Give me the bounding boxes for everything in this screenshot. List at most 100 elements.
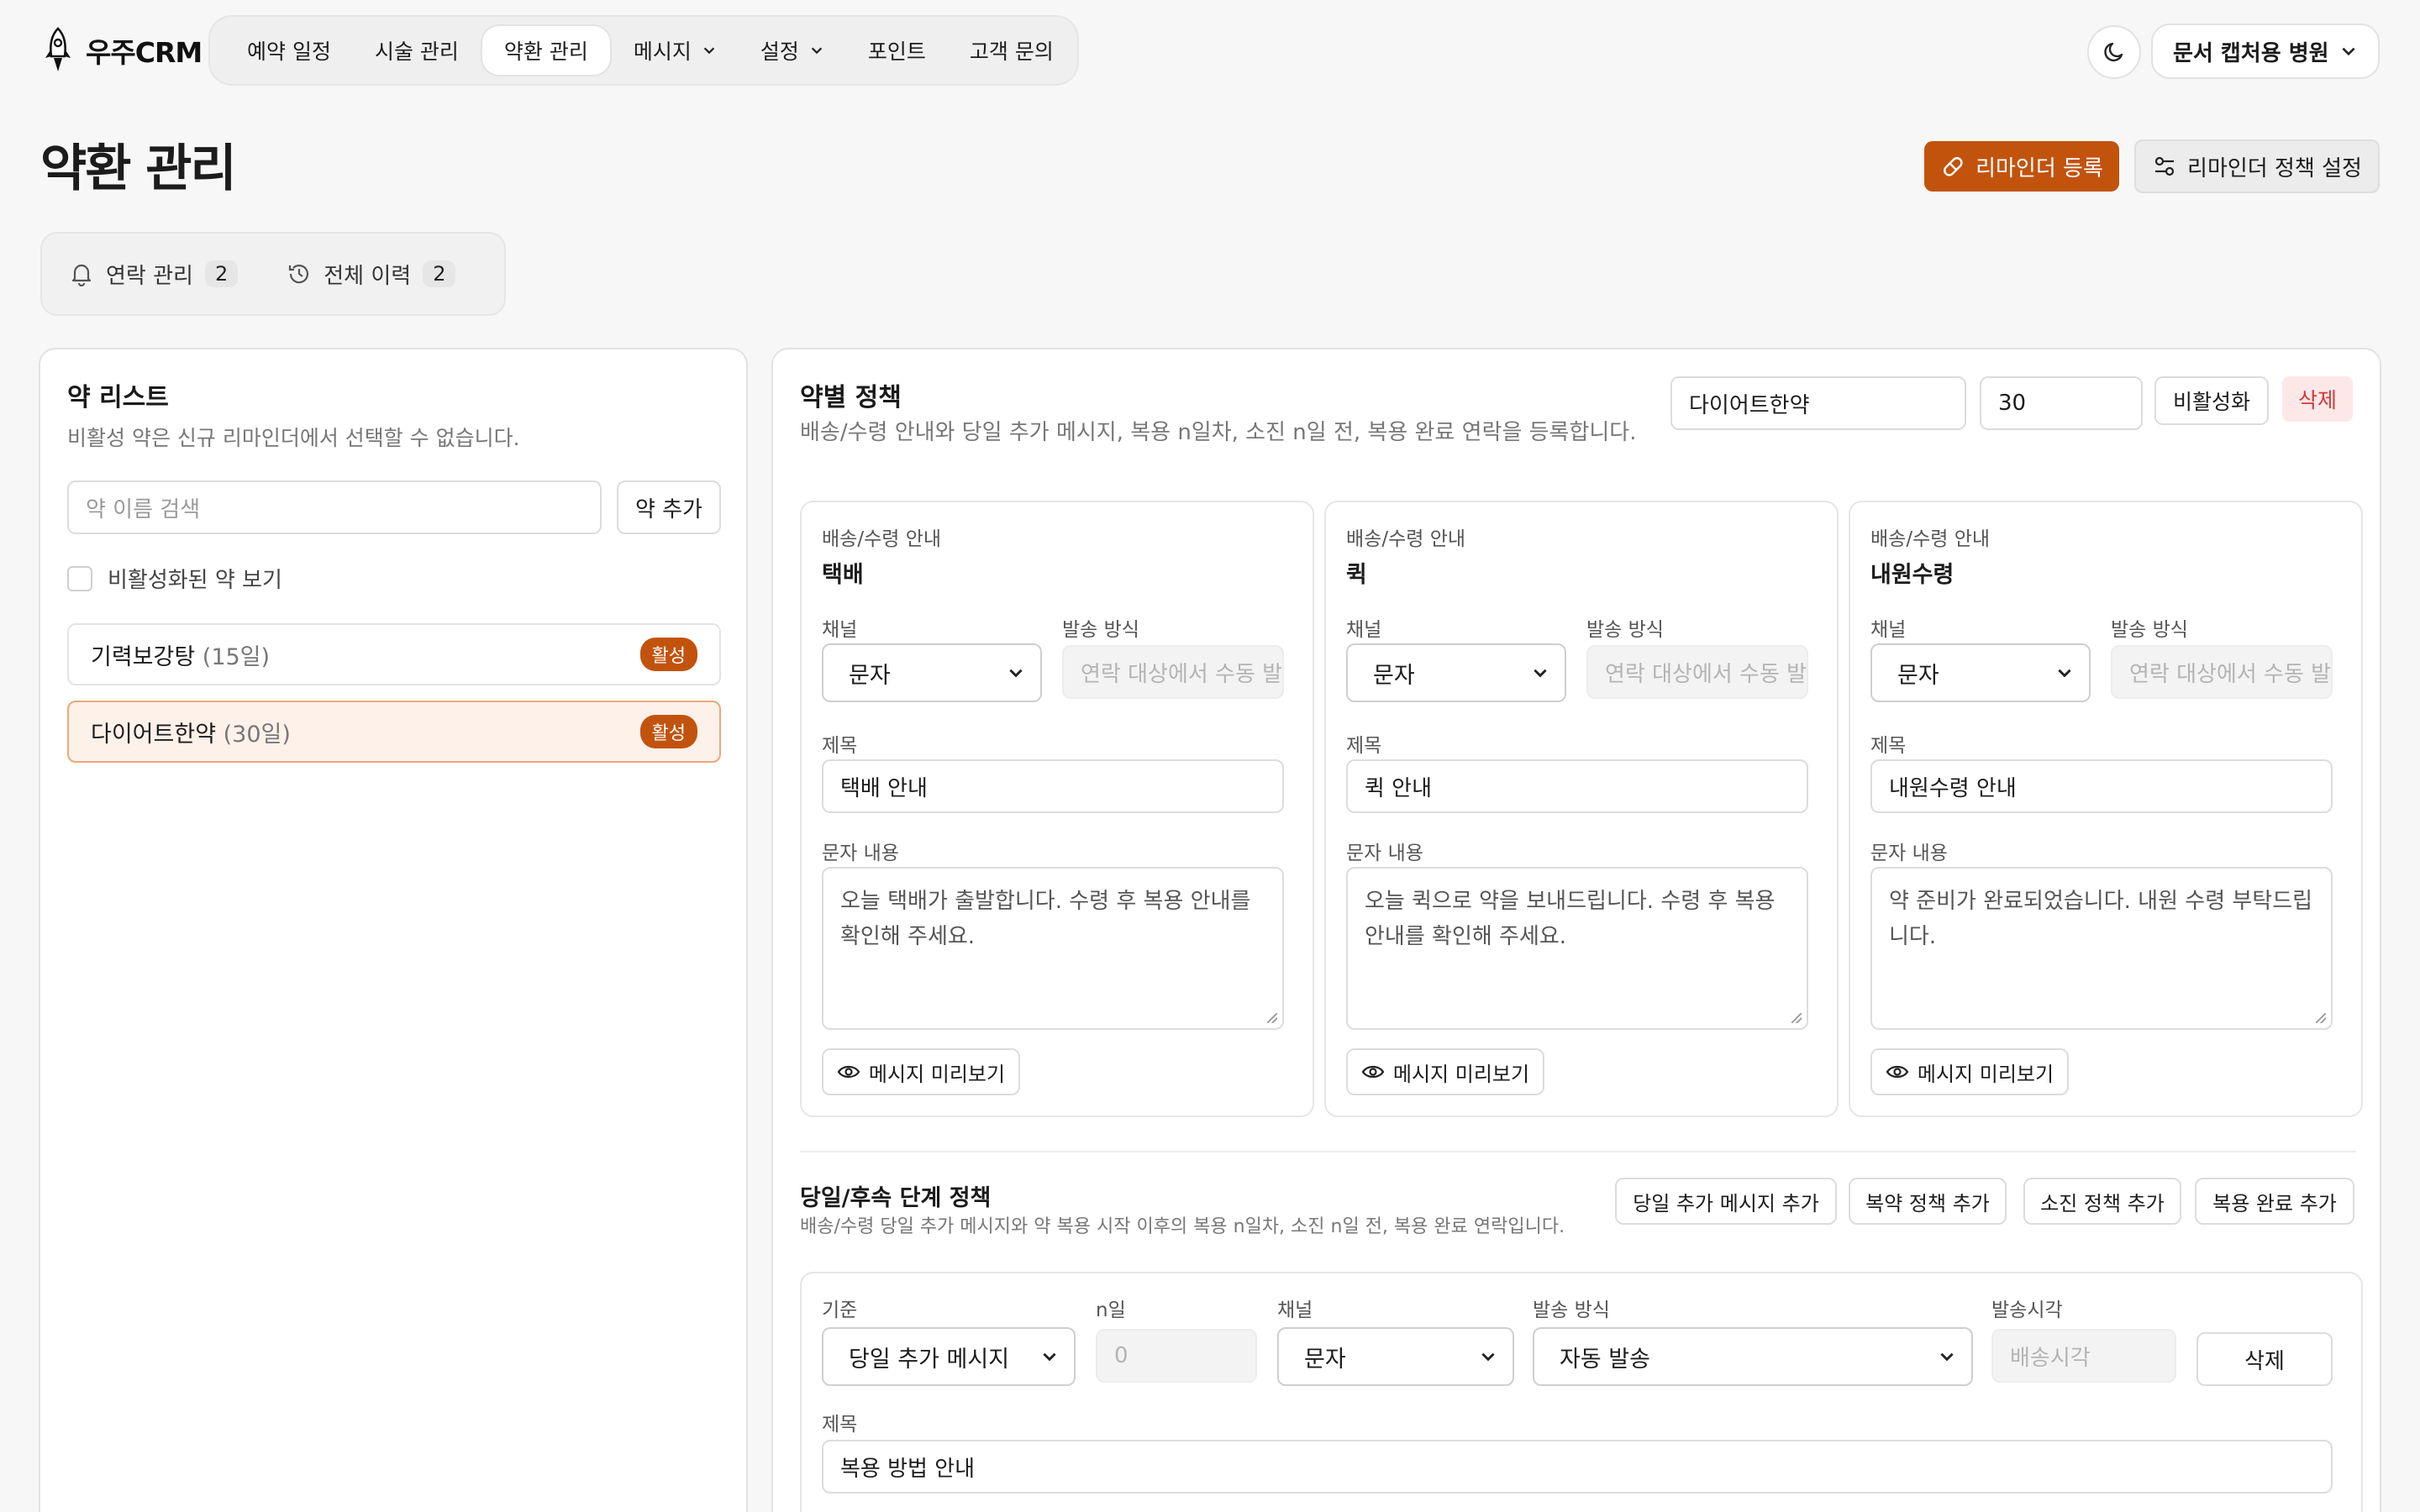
add-medication-policy-button[interactable]: 복약 정책 추가 <box>1849 1178 2007 1225</box>
nav-item-points[interactable]: 포인트 <box>846 24 948 76</box>
method-label: 발송 방식 <box>1586 619 1664 641</box>
nav-item-inquiry[interactable]: 고객 문의 <box>948 24 1076 76</box>
show-inactive-checkbox[interactable] <box>67 565 92 591</box>
medicine-name: 다이어트한약 <box>91 721 217 748</box>
chevron-down-icon <box>1940 1352 1954 1362</box>
tab-count-badge: 2 <box>423 260 456 287</box>
card-type-title: 내원수령 <box>1870 562 1954 588</box>
nav-item-settings[interactable]: 설정 <box>739 24 846 76</box>
medicine-name-wrap: 기력보강탕 (15일) <box>91 638 270 671</box>
method-label: 발송 방식 <box>1533 1299 1610 1321</box>
message-preview-button[interactable]: 메시지 미리보기 <box>1870 1048 2069 1095</box>
rocket-icon <box>45 27 71 71</box>
nav-item-procedure[interactable]: 시술 관리 <box>353 24 481 76</box>
medicine-list-title: 약 리스트 <box>67 383 169 412</box>
nav-item-message[interactable]: 메시지 <box>612 24 739 76</box>
chevron-down-icon <box>1043 1352 1056 1362</box>
method-label: 발송 방식 <box>2111 619 2188 641</box>
method-value: 자동 발송 <box>1560 1346 1650 1373</box>
nday-input: 0 <box>1096 1329 1257 1383</box>
button-label: 리마인더 등록 <box>1975 155 2103 181</box>
basis-select[interactable]: 당일 추가 메시지 <box>822 1327 1076 1386</box>
policy-subtitle: 배송/수령 안내와 당일 추가 메시지, 복용 n일차, 소진 n일 전, 복용… <box>800 420 1637 445</box>
nav-item-reservation[interactable]: 예약 일정 <box>225 24 353 76</box>
delete-stage-button[interactable]: 삭제 <box>2196 1332 2333 1386</box>
medicine-days: (30일) <box>223 721 291 748</box>
stage-subject-input[interactable]: 복용 방법 안내 <box>822 1440 2333 1494</box>
status-badge: 활성 <box>639 715 697 748</box>
message-body-textarea[interactable]: 오늘 택배가 출발합니다. 수령 후 복용 안내를 확인해 주세요. <box>822 867 1284 1030</box>
message-body-textarea[interactable]: 약 준비가 완료되었습니다. 내원 수령 부탁드립니다. <box>1870 867 2333 1030</box>
channel-select[interactable]: 문자 <box>1346 643 1566 702</box>
basis-value: 당일 추가 메시지 <box>849 1346 1010 1373</box>
method-label: 발송 방식 <box>1062 619 1139 641</box>
medicine-list-item[interactable]: 기력보강탕 (15일) 활성 <box>67 623 721 685</box>
basis-label: 기준 <box>822 1299 858 1321</box>
tab-all-history[interactable]: 전체 이력 2 <box>287 259 456 290</box>
register-reminder-button[interactable]: 리마인더 등록 <box>1924 141 2119 192</box>
medicine-name-input[interactable]: 다이어트한약 <box>1670 376 1966 430</box>
eye-icon <box>837 1065 860 1079</box>
chevron-down-icon <box>2058 669 2071 678</box>
message-preview-button[interactable]: 메시지 미리보기 <box>822 1048 1020 1095</box>
method-input: 연락 대상에서 수동 발송 <box>1062 645 1284 699</box>
app-logo[interactable]: 우주CRM <box>39 25 203 76</box>
channel-select[interactable]: 문자 <box>822 643 1042 702</box>
clinic-selector[interactable]: 문서 캡처용 병원 <box>2151 24 2380 79</box>
theme-toggle-button[interactable] <box>2087 25 2141 79</box>
tab-label: 연락 관리 <box>106 263 193 289</box>
subject-label: 제목 <box>822 1414 858 1436</box>
add-depletion-policy-button[interactable]: 소진 정책 추가 <box>2023 1178 2181 1225</box>
card-type-title: 택배 <box>822 562 864 588</box>
subject-input[interactable]: 퀵 안내 <box>1346 759 1808 813</box>
main-nav: 예약 일정 시술 관리 약환 관리 메시지 설정 포인트 고객 문의 <box>208 15 1079 86</box>
chevron-down-icon <box>1534 669 1547 678</box>
nav-item-medicine[interactable]: 약환 관리 <box>480 24 612 76</box>
subject-label: 제목 <box>1346 735 1382 757</box>
channel-label: 채널 <box>1346 619 1382 641</box>
card-category: 배송/수령 안내 <box>822 528 942 550</box>
pill-icon <box>1944 157 1963 176</box>
subject-input[interactable]: 내원수령 안내 <box>1870 759 2333 813</box>
message-preview-button[interactable]: 메시지 미리보기 <box>1346 1048 1544 1095</box>
nday-label: n일 <box>1096 1299 1126 1321</box>
deactivate-button[interactable]: 비활성화 <box>2154 376 2269 425</box>
nav-item-label: 약환 관리 <box>503 39 588 64</box>
delivery-card-pickup: 배송/수령 안내 내원수령 채널 발송 방식 문자 연락 대상에서 수동 발송 … <box>1849 501 2363 1117</box>
add-same-day-message-button[interactable]: 당일 추가 메시지 추가 <box>1615 1178 1837 1225</box>
channel-value: 문자 <box>849 662 891 689</box>
status-badge: 활성 <box>639 638 697 671</box>
medicine-days-input[interactable]: 30 <box>1980 376 2143 430</box>
reminder-policy-settings-button[interactable]: 리마인더 정책 설정 <box>2134 139 2380 193</box>
medicine-search-input[interactable]: 약 이름 검색 <box>67 480 602 534</box>
stage-policy-row: 기준 n일 채널 발송 방식 발송시각 당일 추가 메시지 0 문자 자동 발송… <box>800 1272 2363 1512</box>
nav-item-label: 설정 <box>760 39 799 64</box>
send-method-select[interactable]: 자동 발송 <box>1533 1327 1973 1386</box>
delivery-card-quick: 배송/수령 안내 퀵 채널 발송 방식 문자 연락 대상에서 수동 발송 제목 … <box>1324 501 1839 1117</box>
chevron-down-icon <box>1009 669 1023 678</box>
delete-medicine-button[interactable]: 삭제 <box>2282 376 2353 422</box>
add-medicine-button[interactable]: 약 추가 <box>617 480 721 534</box>
medicine-days: (15일) <box>202 643 271 670</box>
tab-contact-management[interactable]: 연락 관리 2 <box>69 259 239 290</box>
channel-label: 채널 <box>822 619 858 641</box>
page-title: 약환 관리 <box>40 139 237 198</box>
body-label: 문자 내용 <box>1870 843 1948 864</box>
stage-channel-select[interactable]: 문자 <box>1277 1327 1514 1386</box>
medicine-policy-panel: 약별 정책 배송/수령 안내와 당일 추가 메시지, 복용 n일차, 소진 n일… <box>771 348 2381 1512</box>
subject-input[interactable]: 택배 안내 <box>822 759 1284 813</box>
channel-select[interactable]: 문자 <box>1870 643 2091 702</box>
body-label: 문자 내용 <box>1346 843 1423 864</box>
medicine-name: 기력보강탕 <box>91 643 196 670</box>
message-body-textarea[interactable]: 오늘 퀵으로 약을 보내드립니다. 수령 후 복용 안내를 확인해 주세요. <box>1346 867 1808 1030</box>
add-completion-button[interactable]: 복용 완료 추가 <box>2195 1178 2354 1225</box>
tab-label: 전체 이력 <box>324 263 412 289</box>
send-time-label: 발송시각 <box>1991 1299 2063 1321</box>
method-input: 연락 대상에서 수동 발송 <box>1586 645 1808 699</box>
delivery-card-parcel: 배송/수령 안내 택배 채널 발송 방식 문자 연락 대상에서 수동 발송 제목… <box>800 501 1314 1117</box>
channel-label: 채널 <box>1870 619 1907 641</box>
chevron-down-icon <box>703 47 715 55</box>
medicine-list-item-selected[interactable]: 다이어트한약 (30일) 활성 <box>67 701 721 763</box>
medicine-list-panel: 약 리스트 비활성 약은 신규 리마인더에서 선택할 수 없습니다. 약 이름 … <box>39 348 748 1512</box>
show-inactive-toggle[interactable]: 비활성화된 약 보기 <box>67 563 282 594</box>
